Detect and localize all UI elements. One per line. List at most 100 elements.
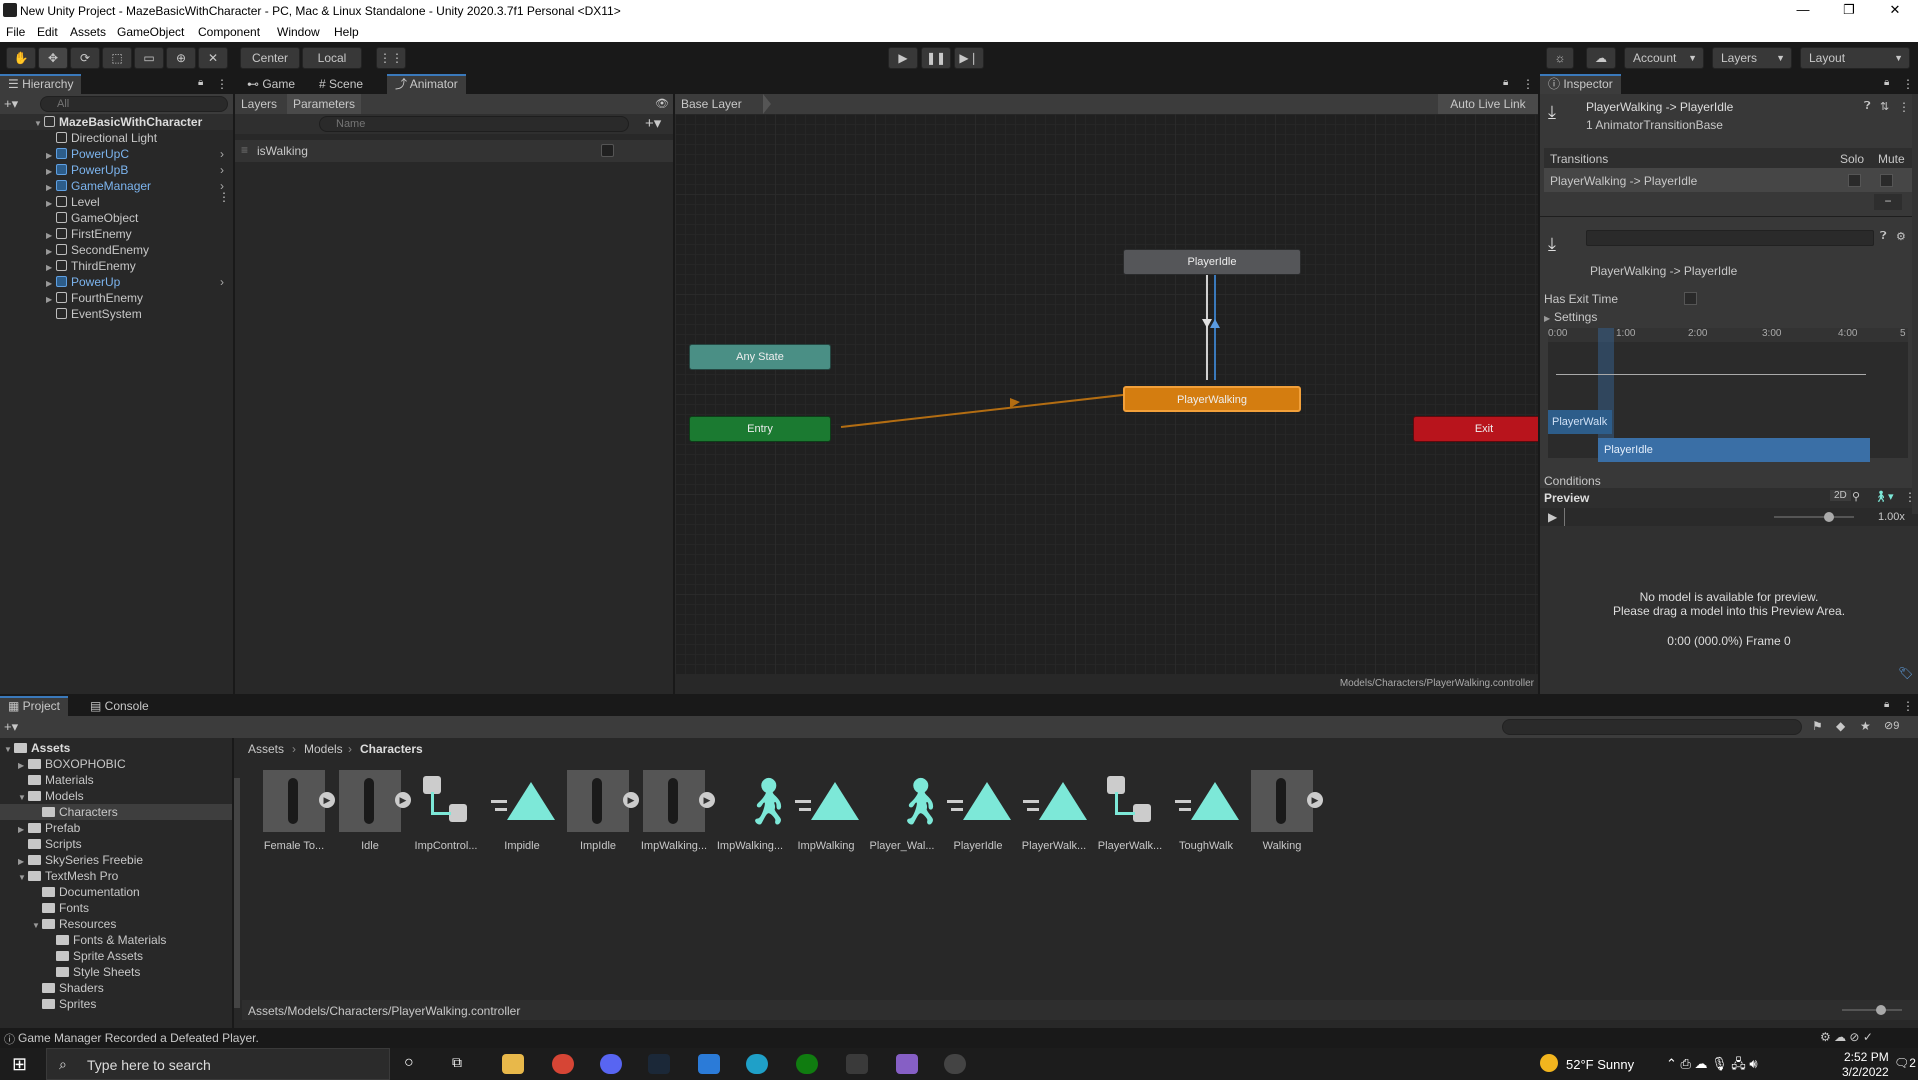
- hierarchy-item[interactable]: ▶ Level: [0, 194, 233, 210]
- settings-icon[interactable]: ⇅: [1880, 100, 1889, 113]
- pivot-center-button[interactable]: Center: [240, 47, 300, 69]
- folder-tree-item[interactable]: Documentation: [0, 884, 232, 900]
- add-icon[interactable]: +▾: [4, 96, 18, 112]
- cloud-icon[interactable]: ☁: [1586, 47, 1616, 69]
- tab-game[interactable]: ⊷ Game: [239, 74, 303, 94]
- chrome-icon[interactable]: [552, 1054, 574, 1074]
- folder-tree-item[interactable]: Sprites: [0, 996, 232, 1012]
- settings-foldout[interactable]: ▶ Settings: [1544, 310, 1597, 324]
- step-button[interactable]: ▶❘: [954, 47, 984, 69]
- state-player-idle[interactable]: PlayerIdle: [1123, 249, 1301, 275]
- notification-icon[interactable]: 🗨︎2: [1894, 1056, 1916, 1070]
- lock-icon[interactable]: 🔒︎: [1884, 77, 1889, 88]
- folder-tree-item[interactable]: ▼ Assets: [0, 740, 232, 756]
- hierarchy-item[interactable]: Directional Light: [0, 130, 233, 146]
- 2d-toggle[interactable]: 2D: [1830, 490, 1851, 501]
- hierarchy-item[interactable]: ▶ PowerUp ›: [0, 274, 233, 290]
- hierarchy-item[interactable]: ▶ FirstEnemy: [0, 226, 233, 242]
- asset-item[interactable]: 🚶︎ Player_Wal...: [867, 770, 949, 852]
- app-icon[interactable]: [698, 1054, 720, 1074]
- menu-help[interactable]: Help: [334, 25, 359, 39]
- asset-item[interactable]: PlayerWalk...: [1095, 770, 1165, 852]
- inspector-scrollbar[interactable]: [1912, 94, 1918, 514]
- asset-item[interactable]: ▶ Female To...: [259, 770, 335, 852]
- tab-layers[interactable]: Layers: [241, 97, 277, 111]
- menu-component[interactable]: Component: [198, 25, 260, 39]
- scale-tool-icon[interactable]: ⬚: [102, 47, 132, 69]
- prefab-open-icon[interactable]: ›: [220, 146, 224, 162]
- hierarchy-item[interactable]: EventSystem: [0, 306, 233, 322]
- file-explorer-icon[interactable]: [502, 1054, 524, 1074]
- grid-snap-icon[interactable]: ⋮⋮: [376, 47, 406, 69]
- discord-icon[interactable]: [600, 1054, 622, 1074]
- hierarchy-item[interactable]: ▶ PowerUpB ›: [0, 162, 233, 178]
- asset-item[interactable]: ImpWalking: [791, 770, 861, 852]
- hierarchy-search-input[interactable]: [40, 96, 228, 112]
- remove-transition-button[interactable]: −: [1874, 194, 1902, 210]
- rect-tool-icon[interactable]: ▭: [134, 47, 164, 69]
- task-view-icon[interactable]: ⧉: [452, 1054, 462, 1071]
- edge-icon[interactable]: [746, 1054, 768, 1074]
- pivot-icon[interactable]: ⚲: [1852, 490, 1860, 503]
- folder-tree-item[interactable]: Fonts: [0, 900, 232, 916]
- asset-item[interactable]: PlayerWalk...: [1019, 770, 1089, 852]
- hand-tool-icon[interactable]: ✋: [6, 47, 36, 69]
- tag-icon[interactable]: 🏷︎: [1898, 666, 1913, 680]
- clock-date[interactable]: 3/2/2022: [1842, 1065, 1889, 1079]
- tab-hierarchy[interactable]: ☰ Hierarchy: [0, 74, 82, 94]
- tray-icons[interactable]: ⌃ ⎙ ☁ 🎙︎ 🖧 🔊︎: [1666, 1055, 1758, 1077]
- avatar-icon[interactable]: 🚶︎▾: [1874, 490, 1894, 503]
- state-entry[interactable]: Entry: [689, 416, 831, 442]
- favorite-icon[interactable]: ★: [1860, 719, 1871, 733]
- hierarchy-item[interactable]: ▶ GameManager ›: [0, 178, 233, 194]
- lock-icon[interactable]: 🔒︎: [1884, 699, 1889, 710]
- preview-area[interactable]: No model is available for preview. Pleas…: [1540, 526, 1918, 694]
- tab-console[interactable]: ▤ Console: [82, 696, 157, 716]
- folder-tree-item[interactable]: ▶ BOXOPHOBIC: [0, 756, 232, 772]
- menu-window[interactable]: Window: [277, 25, 320, 39]
- preview-scrubber[interactable]: [1564, 508, 1565, 526]
- rotate-tool-icon[interactable]: ⟳: [70, 47, 100, 69]
- speed-slider[interactable]: [1774, 516, 1854, 518]
- asset-item[interactable]: PlayerIdle: [943, 770, 1013, 852]
- add-parameter-icon[interactable]: +▾: [645, 114, 661, 132]
- hierarchy-item[interactable]: ▶ SecondEnemy: [0, 242, 233, 258]
- mute-checkbox[interactable]: [1880, 174, 1893, 187]
- folder-tree-item[interactable]: Characters: [0, 804, 232, 820]
- layers-dropdown[interactable]: Layers ▼: [1712, 47, 1792, 69]
- icon-size-slider-handle[interactable]: [1876, 1005, 1886, 1015]
- asset-item[interactable]: 🚶︎ ImpWalking...: [715, 770, 798, 852]
- params-search-input[interactable]: [319, 116, 629, 132]
- play-button[interactable]: ▶: [888, 47, 918, 69]
- folder-tree-item[interactable]: Materials: [0, 772, 232, 788]
- speed-slider-handle[interactable]: [1824, 512, 1834, 522]
- transform-tool-icon[interactable]: ⊕: [166, 47, 196, 69]
- pivot-local-button[interactable]: Local: [302, 47, 362, 69]
- lock-icon[interactable]: 🔒︎: [198, 77, 203, 88]
- asset-item[interactable]: ToughWalk: [1171, 770, 1241, 852]
- help-icon[interactable]: ❓︎: [1880, 230, 1887, 243]
- tab-parameters[interactable]: Parameters: [287, 94, 362, 114]
- parameter-checkbox[interactable]: [601, 144, 614, 157]
- windows-start-icon[interactable]: ⊞: [12, 1054, 27, 1075]
- state-any-state[interactable]: Any State: [689, 344, 831, 370]
- clip-bar-source[interactable]: PlayerWalk: [1548, 410, 1612, 434]
- folder-tree-item[interactable]: ▼ Models: [0, 788, 232, 804]
- gear-icon[interactable]: ⚙: [1896, 230, 1906, 243]
- xbox-icon[interactable]: [796, 1054, 818, 1074]
- asset-item[interactable]: Impidle: [487, 770, 557, 852]
- move-tool-icon[interactable]: ✥: [38, 47, 68, 69]
- state-exit[interactable]: Exit: [1413, 416, 1555, 442]
- drag-handle-icon[interactable]: ≡: [241, 143, 248, 157]
- breadcrumb-characters[interactable]: Characters: [360, 742, 423, 756]
- breadcrumb-models[interactable]: Models: [304, 742, 343, 756]
- status-icons[interactable]: ⚙ ☁ ⊘ ✓: [1820, 1030, 1873, 1044]
- clip-bar-destination[interactable]: PlayerIdle: [1598, 438, 1870, 462]
- minimize-button[interactable]: —: [1780, 0, 1826, 22]
- animator-graph[interactable]: Base Layer Auto Live Link PlayerIdle Any…: [675, 94, 1555, 674]
- folder-tree-item[interactable]: Style Sheets: [0, 964, 232, 980]
- folder-tree-item[interactable]: ▼ TextMesh Pro: [0, 868, 232, 884]
- asset-item[interactable]: ▶ ImpWalking...: [639, 770, 715, 852]
- eye-icon[interactable]: 👁︎: [655, 97, 669, 110]
- more-options-icon[interactable]: ⋮: [1522, 77, 1534, 91]
